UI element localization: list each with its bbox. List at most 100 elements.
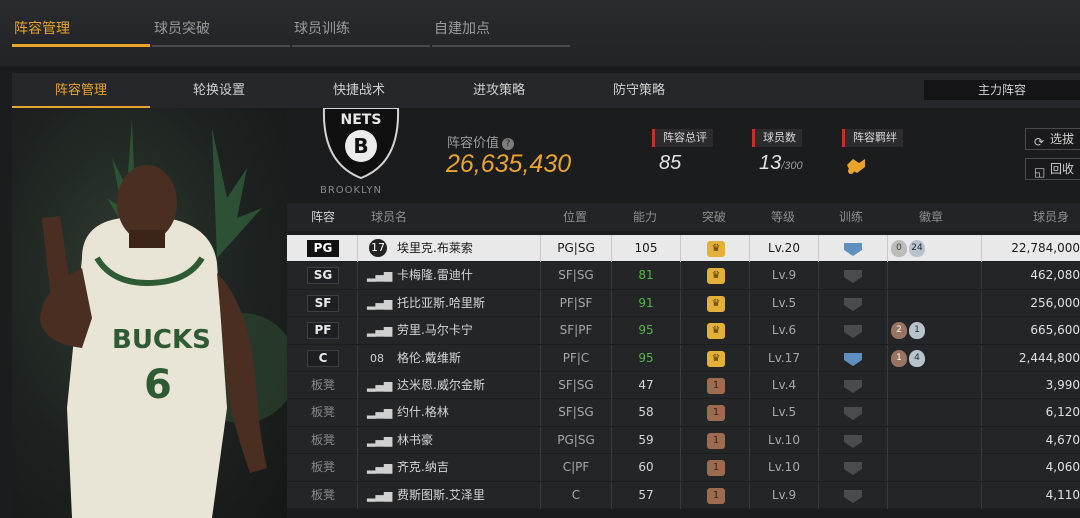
player-level: Lv.6 [771,323,797,338]
column-divider [357,235,358,262]
player-count: 13/300 [759,152,803,174]
player-name: 林书豪 [397,432,434,447]
column-divider [981,344,982,372]
scout-button[interactable]: ⟳ 选拔 [1025,128,1080,150]
column-divider [818,371,819,399]
signal-icon: ▂▄▆ [367,324,393,338]
player-price: 2,444,800 [1018,350,1080,365]
tab-player-breakthrough[interactable]: 球员突破 [152,0,290,47]
player-level: Lv.4 [771,377,797,392]
training-empty-icon [844,462,862,476]
handshake-icon[interactable] [845,155,867,175]
bench-label: 板凳 [311,487,336,502]
column-divider [818,481,819,509]
player-portrait: BUCKS 6 [12,108,287,518]
player-ability: 105 [634,241,658,255]
column-divider [818,426,819,454]
column-divider [357,371,358,399]
table-row[interactable]: 板凳 ▂▄▆ 达米恩.威尔金斯 SF|SG 47 1 Lv.4 3,990 [287,371,1080,400]
bench-label: 板凳 [311,377,336,392]
subtab-rotation[interactable]: 轮换设置 [150,73,288,108]
player-name: 托比亚斯.哈里斯 [397,295,485,310]
player-name: 格伦.戴维斯 [397,350,461,365]
player-price: 4,110 [1045,487,1080,502]
column-divider [357,317,358,345]
tab-player-training[interactable]: 球员训练 [292,0,430,47]
column-divider [680,454,681,482]
crown-icon: ♛ [707,241,725,257]
signal-icon: ▂▄▆ [367,461,393,475]
rank-1-icon: 1 [707,487,725,504]
subtab-lineup-management[interactable]: 阵容管理 [12,73,150,108]
subtab-quick-tactics[interactable]: 快捷战术 [290,73,428,108]
table-row[interactable]: PF ▂▄▆ 劳里.马尔卡宁 SF|PF 95 ♛ Lv.6 2 1 665,600 [287,317,1080,345]
tab-lineup-management[interactable]: 阵容管理 [12,0,150,47]
player-level: Lv.9 [771,487,797,502]
col-training: 训练 [839,210,864,224]
column-divider [680,481,681,509]
player-ability: 47 [638,377,654,392]
badge-medal-icon: 4 [909,349,925,367]
player-name: 费斯图斯.艾泽里 [397,487,485,502]
rank-1-icon: 1 [707,432,725,449]
help-icon[interactable]: ? [502,138,515,150]
subtab-defense[interactable]: 防守策略 [570,73,708,108]
signal-icon: ▂▄▆ [367,378,393,392]
lineup-select-button[interactable]: 主力阵容 [924,80,1080,100]
column-divider [981,399,982,427]
rank-1-icon: 1 [707,377,725,394]
player-level: Lv.5 [771,295,797,310]
training-empty-icon [844,379,862,393]
table-row[interactable]: SG ▂▄▆ 卡梅隆.雷迪什 SF|SG 81 ♛ Lv.9 462,080 [287,262,1080,290]
column-divider [680,344,681,372]
recycle-icon: ◱ [1034,165,1046,179]
training-empty-icon [844,407,862,421]
table-row[interactable]: C 08 格伦.戴维斯 PF|C 95 ♛ Lv.17 1 4 2,444,800 [287,344,1080,372]
column-divider [818,454,819,482]
column-divider [680,371,681,399]
column-divider [680,235,681,262]
top-nav: 阵容管理 球员突破 球员训练 自建加点 [0,0,1080,66]
logo-text: NETS [341,112,382,128]
tab-custom-points[interactable]: 自建加点 [432,0,570,47]
player-price: 256,000 [1030,295,1080,310]
badge-medal-icon: 0 [891,240,907,257]
badge-medal-icon: 2 [891,322,907,340]
table-row[interactable]: 板凳 ▂▄▆ 费斯图斯.艾泽里 C 57 1 Lv.9 4,110 [287,481,1080,509]
player-ability: 95 [638,323,654,338]
player-price: 4,670 [1045,432,1080,447]
jersey-number-badge: 17 [369,239,387,257]
subtab-offense[interactable]: 进攻策略 [430,73,568,108]
column-divider [680,399,681,427]
table-row[interactable]: SF ▂▄▆ 托比亚斯.哈里斯 PF|SF 91 ♛ Lv.5 256,000 [287,289,1080,318]
col-price: 球员身价 [1033,210,1070,252]
column-divider [887,454,888,482]
player-level: Lv.10 [768,432,800,447]
training-empty-icon [844,325,862,339]
table-row[interactable]: PG 17 埃里克.布莱索 PG|SG 105 ♛ Lv.20 0 24 22,784,000 [287,235,1080,263]
column-divider [680,317,681,345]
training-empty-icon [844,434,862,448]
table-row[interactable]: 板凳 ▂▄▆ 约什.格林 SF|SG 58 1 Lv.5 6,120 [287,399,1080,427]
column-divider [818,262,819,290]
training-badge-icon [844,352,862,366]
player-illustration: BUCKS 6 [40,118,287,518]
training-empty-icon [844,270,862,284]
crown-icon: ♛ [707,323,725,340]
recycle-button[interactable]: ◱ 回收 [1025,158,1080,180]
signal-icon: ▂▄▆ [367,433,393,447]
bench-label: 板凳 [311,460,336,475]
column-divider [981,262,982,290]
player-level: Lv.17 [768,350,800,365]
column-divider [680,426,681,454]
lineup-value: 26,635,430 [446,150,572,178]
player-position: SF|SG [558,377,594,392]
table-row[interactable]: 板凳 ▂▄▆ 林书豪 PG|SG 59 1 Lv.10 4,670 [287,426,1080,455]
jersey-number-badge: 08 [370,351,384,365]
rating-value: 85 [659,152,682,174]
table-row[interactable]: 板凳 ▂▄▆ 齐克.纳吉 C|PF 60 1 Lv.10 4,060 [287,454,1080,482]
player-name: 齐克.纳吉 [397,460,449,475]
column-divider [818,235,819,262]
column-divider [887,235,888,262]
player-name: 达米恩.威尔金斯 [397,377,485,392]
